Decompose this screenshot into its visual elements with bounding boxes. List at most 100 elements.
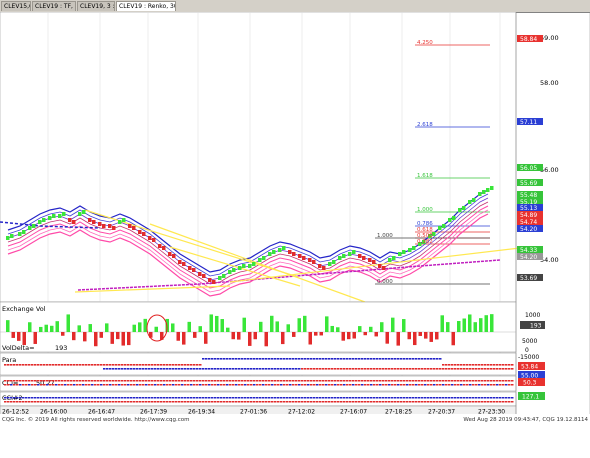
cci-dot (511, 380, 514, 382)
tab-clev15[interactable]: CLEV15,60 (1, 1, 31, 11)
cci2-dot (214, 401, 217, 403)
cci-dot (7, 384, 10, 386)
cci-dot (250, 384, 253, 386)
cci2-dot (466, 397, 469, 399)
cci2-dot (142, 397, 145, 399)
para-dot (484, 364, 487, 366)
cci2-dot (52, 397, 55, 399)
cci-dot (394, 384, 397, 386)
cci-dot (472, 384, 475, 386)
cci2-dot (136, 397, 139, 399)
cci-dot (133, 384, 136, 386)
para-dot (196, 364, 199, 366)
renko-brick (482, 190, 486, 194)
cci2-dot (262, 401, 265, 403)
chart-area[interactable]: 4.250 2.618 1.618 1.000 0.786 0.618 0.500 0.382… (0, 11, 590, 424)
cci2-dot (379, 397, 382, 399)
cci2-dot (448, 401, 451, 403)
para-dot (211, 358, 214, 360)
para-dot (364, 368, 367, 370)
cci-dot (484, 380, 487, 382)
para-dot (52, 364, 55, 366)
para-dot (352, 358, 355, 360)
tab-clev19-renko[interactable]: CLEV19 : Renko, 30 Price (116, 1, 176, 11)
cci-dot (481, 380, 484, 382)
para-dot (163, 368, 166, 370)
cci-dot (181, 384, 184, 386)
cci-dot (340, 384, 343, 386)
cci-dot (361, 380, 364, 382)
cci2-dot (136, 401, 139, 403)
cci2-dot (169, 401, 172, 403)
para-dot (238, 358, 241, 360)
cci2-dot (106, 401, 109, 403)
cci-dot (229, 384, 232, 386)
cci2-dot (223, 401, 226, 403)
renko-brick (368, 258, 372, 262)
cci2-dot (73, 397, 76, 399)
cci2-dot (340, 401, 343, 403)
renko-chart[interactable]: 4.2502.6181.6181.0000.7860.6180.5000.382… (0, 11, 590, 424)
cci-dot (85, 380, 88, 382)
para-dot (82, 364, 85, 366)
para-dot (358, 368, 361, 370)
cci2-dot (241, 401, 244, 403)
volume-bar (363, 332, 367, 336)
cci-dot (502, 380, 505, 382)
cci2-dot (76, 397, 79, 399)
para-dot (220, 368, 223, 370)
cci-dot (190, 384, 193, 386)
cci2-dot (475, 401, 478, 403)
para-dot (94, 364, 97, 366)
para-dot (163, 364, 166, 366)
cci2-dot (391, 401, 394, 403)
para-dot (139, 364, 142, 366)
para-dot (331, 358, 334, 360)
para-dot (37, 364, 40, 366)
cci-dot (445, 384, 448, 386)
para-dot (139, 368, 142, 370)
cci2-dot (211, 401, 214, 403)
para-dot (7, 364, 10, 366)
para-dot (376, 368, 379, 370)
cci-dot (115, 380, 118, 382)
renko-brick (486, 188, 490, 192)
fib-label: 1.618 (417, 173, 433, 179)
cci2-dot (460, 397, 463, 399)
cci-dot (172, 384, 175, 386)
volume-bar (39, 326, 43, 332)
para-dot (55, 364, 58, 366)
renko-brick (490, 186, 494, 190)
cci-dot (97, 380, 100, 382)
cci-dot (28, 384, 31, 386)
tab-clev19-tf[interactable]: CLEV19 : TF, 25 Bars (32, 1, 76, 11)
para-dot (115, 368, 118, 370)
cci2-dot (103, 401, 106, 403)
volume-bar (94, 332, 98, 347)
cci-dot (82, 384, 85, 386)
cci2-dot (412, 401, 415, 403)
cci2-dot (505, 397, 508, 399)
cci2-dot (385, 397, 388, 399)
cci2-dot (394, 401, 397, 403)
cci2-dot (85, 401, 88, 403)
para-dot (97, 364, 100, 366)
cci-dot (472, 380, 475, 382)
price-badge-text: 53.69 (520, 275, 537, 282)
cci-dot (310, 384, 313, 386)
cci2-dot (118, 401, 121, 403)
para-dot (127, 364, 130, 366)
cci-dot (190, 380, 193, 382)
cci-dot (64, 380, 67, 382)
cci2-dot (109, 397, 112, 399)
cci-dot (319, 384, 322, 386)
renko-brick (342, 254, 346, 258)
volume-bar (429, 332, 433, 342)
cci2-dot (376, 401, 379, 403)
tab-clev19-hst[interactable]: CLEV19, 3 : Hst (77, 1, 115, 11)
para-dot (433, 358, 436, 360)
renko-brick (218, 276, 222, 280)
cci-dot (454, 384, 457, 386)
cci2-dot (319, 401, 322, 403)
cci2-dot (238, 397, 241, 399)
